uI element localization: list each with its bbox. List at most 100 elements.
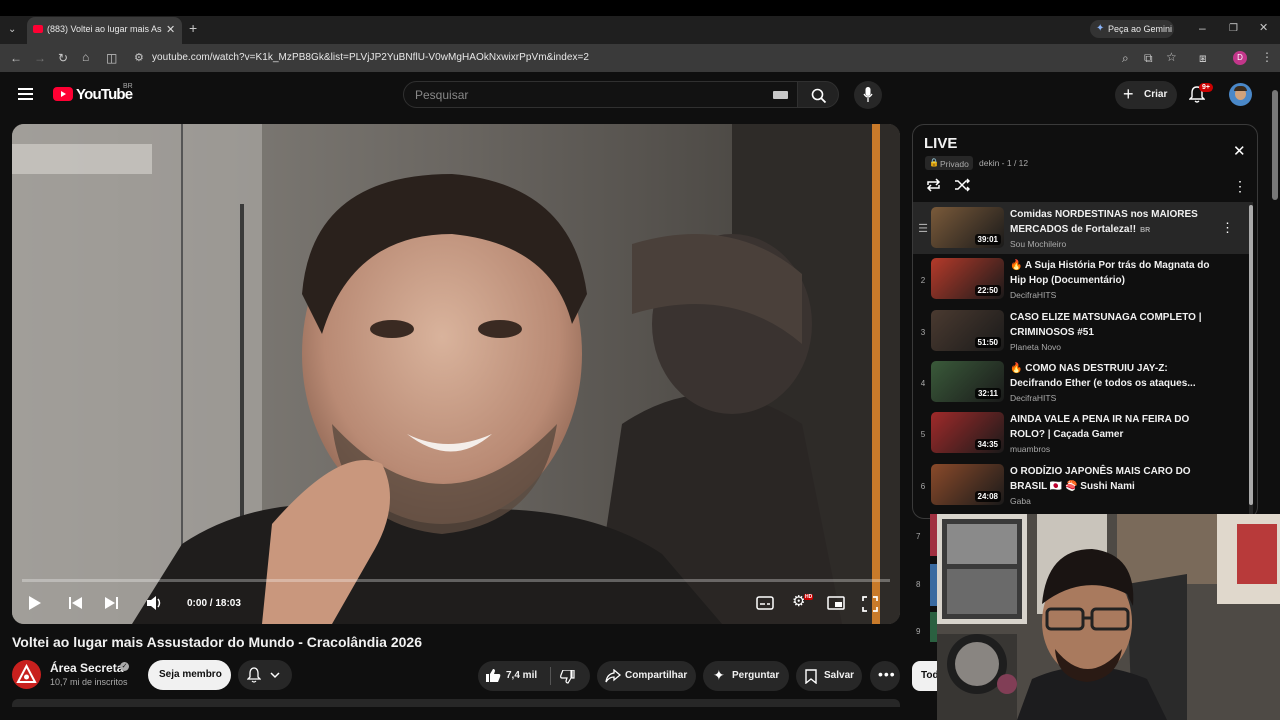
sparkle-icon: ✦: [713, 667, 725, 683]
playlist-item-title[interactable]: CASO ELIZE MATSUNAGA COMPLETO | CRIMINOS…: [1010, 310, 1210, 340]
avatar-hair: [1234, 86, 1247, 91]
keyboard-icon[interactable]: [773, 91, 788, 99]
split-view-icon[interactable]: ◫: [106, 52, 117, 64]
channel-avatar[interactable]: [12, 660, 41, 689]
playlist-item-channel: muambros: [1010, 444, 1051, 455]
tab-search-icon[interactable]: ⌄: [8, 24, 16, 36]
bookmark-star-icon[interactable]: ☆: [1166, 51, 1177, 63]
share-button[interactable]: Compartilhar: [597, 661, 696, 691]
close-playlist-icon[interactable]: ✕: [1233, 142, 1246, 160]
account-avatar[interactable]: [1229, 83, 1252, 106]
forward-icon[interactable]: →: [34, 52, 46, 64]
like-divider: [550, 667, 551, 685]
playlist-item-thumbnail[interactable]: 24:08: [931, 463, 1004, 505]
playlist-item-title[interactable]: 🔥 COMO NAS DESTRUIU JAY-Z: Decifrando Et…: [1010, 361, 1210, 391]
subscriber-count: 10,7 mi de inscritos: [50, 677, 128, 687]
zoom-icon[interactable]: ⌕: [1122, 52, 1129, 64]
playlist-item[interactable]: 4 32:11 🔥 COMO NAS DESTRUIU JAY-Z: Decifra…: [913, 359, 1243, 410]
ask-button[interactable]: ✦ Perguntar: [703, 661, 789, 691]
playlist-item-title[interactable]: 🔥 A Suja História Por trás do Magnata do…: [1010, 258, 1210, 288]
playlist-item-channel: Gaba: [1010, 495, 1031, 506]
channel-logo-icon: [16, 663, 37, 683]
back-icon[interactable]: ←: [10, 52, 22, 64]
playlist-item[interactable]: 3 51:50 CASO ELIZE MATSUNAGA COMPLETO | CR…: [913, 308, 1243, 359]
playlist-item-menu-icon[interactable]: ⋮: [1221, 220, 1234, 236]
playlist-item-title[interactable]: Comidas NORDESTINAS nos MAIORES MERCADOS…: [1010, 207, 1210, 238]
playlist-item[interactable]: 5 34:35 AINDA VALE A PENA IR NA FEIRA DO R…: [913, 410, 1243, 461]
playlist-item-thumbnail[interactable]: 51:50: [931, 309, 1004, 351]
microphone-icon: [863, 87, 873, 102]
miniplayer-icon[interactable]: [827, 596, 845, 610]
description-box[interactable]: [12, 699, 900, 707]
playlist-item-thumbnail[interactable]: 22:50: [931, 258, 1004, 300]
more-actions-button[interactable]: •••: [870, 661, 900, 691]
install-app-icon[interactable]: ⧉: [1144, 52, 1153, 64]
join-button[interactable]: Seja membro: [148, 660, 231, 690]
address-url[interactable]: youtube.com/watch?v=K1k_MzPB8Gk&list=PLV…: [152, 52, 589, 63]
new-tab-icon[interactable]: +: [189, 21, 197, 35]
create-button[interactable]: + Criar: [1115, 81, 1177, 109]
search-button[interactable]: [797, 81, 839, 108]
hd-badge: HD: [804, 594, 814, 600]
browser-menu-icon[interactable]: ⋮: [1261, 51, 1273, 63]
playlist-title[interactable]: LIVE: [924, 135, 957, 152]
playlist-item-thumbnail[interactable]: 34:35: [931, 412, 1004, 454]
voice-search-button[interactable]: [854, 81, 882, 109]
play-icon[interactable]: [28, 595, 42, 611]
profile-avatar[interactable]: D: [1233, 51, 1247, 65]
progress-bar[interactable]: [22, 579, 890, 582]
more-horizontal-icon: •••: [878, 666, 896, 682]
search-icon: [811, 88, 827, 104]
save-label: Salvar: [824, 670, 855, 681]
search-input[interactable]: Pesquisar: [403, 81, 798, 108]
gemini-button[interactable]: ✦ Peça ao Gemini: [1090, 20, 1174, 38]
playlist-num-8: 8: [916, 580, 921, 589]
gemini-label: Peça ao Gemini: [1108, 24, 1173, 34]
playlist-item-channel: DecifraHITS: [1010, 290, 1057, 301]
bell-outline-icon: [247, 667, 261, 683]
minimize-icon[interactable]: –: [1199, 22, 1206, 34]
playlist-item-duration: 24:08: [974, 490, 1001, 502]
playlist-item-title[interactable]: AINDA VALE A PENA IR NA FEIRA DO ROLO? |…: [1010, 412, 1210, 442]
page-scrollbar[interactable]: [1272, 90, 1278, 200]
shuffle-icon[interactable]: [954, 178, 970, 192]
subscribe-bell-button[interactable]: [238, 660, 292, 690]
reload-icon[interactable]: ↻: [58, 52, 68, 64]
playlist-item[interactable]: 2 22:50 🔥 A Suja História Por trás do Magn…: [913, 256, 1243, 307]
dislike-button[interactable]: [552, 661, 590, 691]
playlist-item-duration: 51:50: [974, 336, 1001, 348]
site-info-icon[interactable]: ⚙: [134, 52, 144, 64]
fullscreen-icon[interactable]: [862, 596, 878, 612]
video-player[interactable]: [12, 124, 900, 624]
extensions-icon[interactable]: ⧆: [1199, 52, 1207, 64]
playlist-item-thumbnail[interactable]: 39:01: [931, 207, 1004, 248]
window-close-icon[interactable]: ✕: [1259, 22, 1268, 34]
playlist-scrollbar[interactable]: [1249, 205, 1253, 505]
playlist-item-title-text: 🔥 A Suja História Por trás do Magnata do…: [1010, 260, 1210, 287]
playlist-meta: dekin - 1 / 12: [979, 158, 1029, 168]
hamburger-menu-icon[interactable]: [18, 88, 34, 101]
playlist-item-number: 4: [920, 378, 926, 388]
ask-label: Perguntar: [732, 670, 780, 681]
playlist-item[interactable]: ☰ 39:01 Comidas NORDESTINAS nos MAIORES ME…: [913, 205, 1243, 256]
drag-handle-icon[interactable]: ☰: [917, 222, 929, 235]
save-button[interactable]: Salvar: [796, 661, 862, 691]
playlist-item-thumbnail[interactable]: 32:11: [931, 360, 1004, 402]
restore-icon[interactable]: ❐: [1229, 23, 1238, 35]
subtitles-icon[interactable]: [756, 596, 774, 610]
home-icon[interactable]: ⌂: [82, 51, 89, 63]
youtube-logo[interactable]: [53, 87, 73, 101]
browser-toolbar: ← → ↻ ⌂ ◫ ⚙ youtube.com/watch?v=K1k_MzPB…: [0, 44, 1280, 72]
filter-chip-label: Tod: [921, 670, 939, 681]
playlist-item-title[interactable]: O RODÍZIO JAPONÊS MAIS CARO DO BRASIL 🇯🇵…: [1010, 464, 1210, 494]
loop-icon[interactable]: [925, 178, 942, 192]
like-button[interactable]: 7,4 mil: [478, 661, 548, 691]
playlist-item[interactable]: 6 24:08 O RODÍZIO JAPONÊS MAIS CARO DO BRA…: [913, 462, 1243, 513]
browser-tab-active[interactable]: (883) Voltei ao lugar mais Assustador ✕: [27, 17, 182, 44]
next-icon[interactable]: [103, 596, 119, 610]
volume-icon[interactable]: [146, 595, 162, 611]
tab-close-icon[interactable]: ✕: [166, 23, 175, 36]
channel-name[interactable]: Área Secreta: [50, 661, 123, 675]
playlist-menu-icon[interactable]: ⋮: [1233, 178, 1247, 195]
previous-icon[interactable]: [68, 596, 84, 610]
